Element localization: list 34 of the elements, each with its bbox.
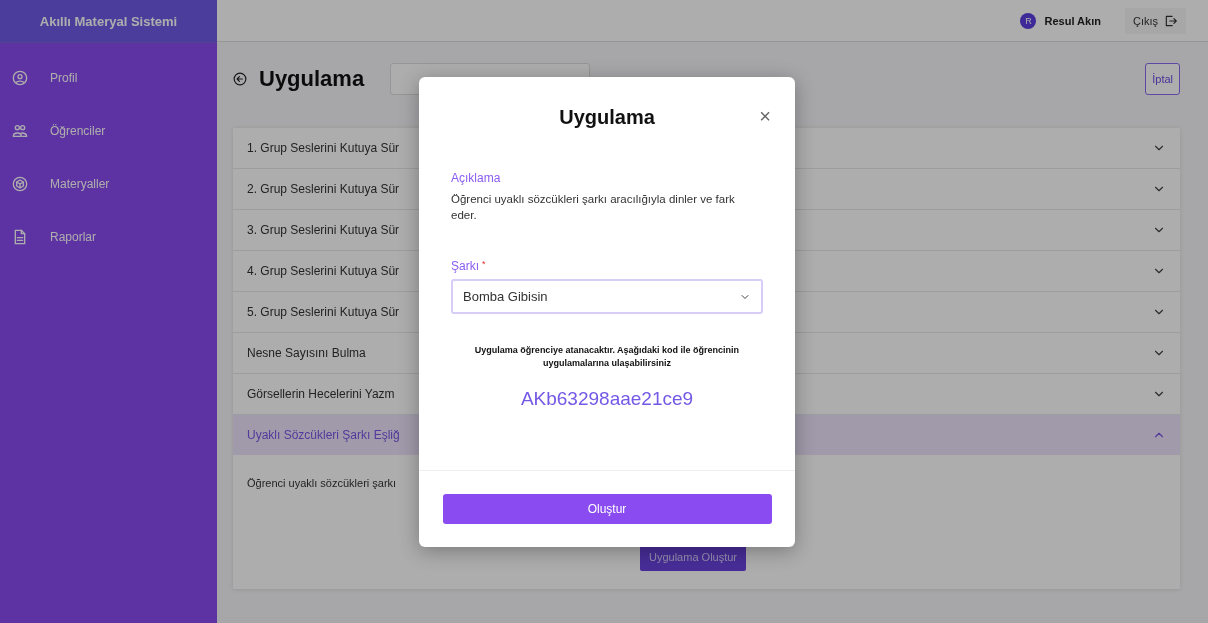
accordion-title: Uyaklı Sözcükleri Şarkı Eşliğ xyxy=(247,428,400,442)
accordion-title: Görsellerin Hecelerini Yazm xyxy=(247,387,395,401)
logout-icon xyxy=(1164,13,1178,28)
accordion-title: 5. Grup Seslerini Kutuya Sür xyxy=(247,305,400,319)
page-title: Uygulama xyxy=(259,66,365,92)
accordion-title: Nesne Sayısını Bulma xyxy=(247,346,366,360)
cube-icon xyxy=(12,175,28,192)
close-button[interactable]: × xyxy=(755,105,775,127)
accordion-title: 3. Grup Seslerini Kutuya Sür xyxy=(247,223,400,237)
logout-button[interactable]: Çıkış xyxy=(1124,7,1186,34)
accordion-title: 4. Grup Seslerini Kutuya Sür xyxy=(247,264,400,278)
sidebar-item[interactable]: Raporlar xyxy=(0,210,217,263)
people-icon xyxy=(12,122,28,139)
info-text: Uygulama öğrenciye atanacaktır. Aşağıdaki kod ile öğrencinin uygulamalarına ulaşabilirsiniz xyxy=(473,344,741,370)
user-name: Resul Akın xyxy=(1044,14,1101,27)
sidebar-item[interactable]: Öğrenciler xyxy=(0,104,217,157)
user-avatar: R xyxy=(1020,12,1037,29)
required-mark: * xyxy=(482,259,486,271)
accordion-title: 1. Grup Seslerini Kutuya Sür xyxy=(247,141,400,155)
sidebar-item[interactable]: Profil xyxy=(0,51,217,104)
document-icon xyxy=(12,228,28,245)
accordion-title: 2. Grup Seslerini Kutuya Sür xyxy=(247,182,400,196)
accordion-text: Öğrenci uyaklı sözcükleri şarkı xyxy=(247,477,397,489)
song-dropdown[interactable]: Bomba Gibisin xyxy=(451,279,763,314)
modal-title: Uygulama xyxy=(559,105,655,129)
sidebar-item[interactable]: Materyaller xyxy=(0,157,217,210)
cancel-button[interactable]: İptal xyxy=(1145,63,1180,95)
field-label: Şarkı xyxy=(451,259,479,273)
submit-button[interactable]: Oluştur xyxy=(442,494,772,524)
user-circle-icon xyxy=(12,69,28,86)
description-text: Öğrenci uyaklı sözcükleri şarkı aracılığıyla dinler ve fark eder. xyxy=(451,192,736,223)
field-label: Açıklama xyxy=(451,171,502,185)
access-code: AKb63298aae21ce9 xyxy=(519,388,695,410)
app-title: Akıllı Materyal Sistemi xyxy=(0,0,217,43)
